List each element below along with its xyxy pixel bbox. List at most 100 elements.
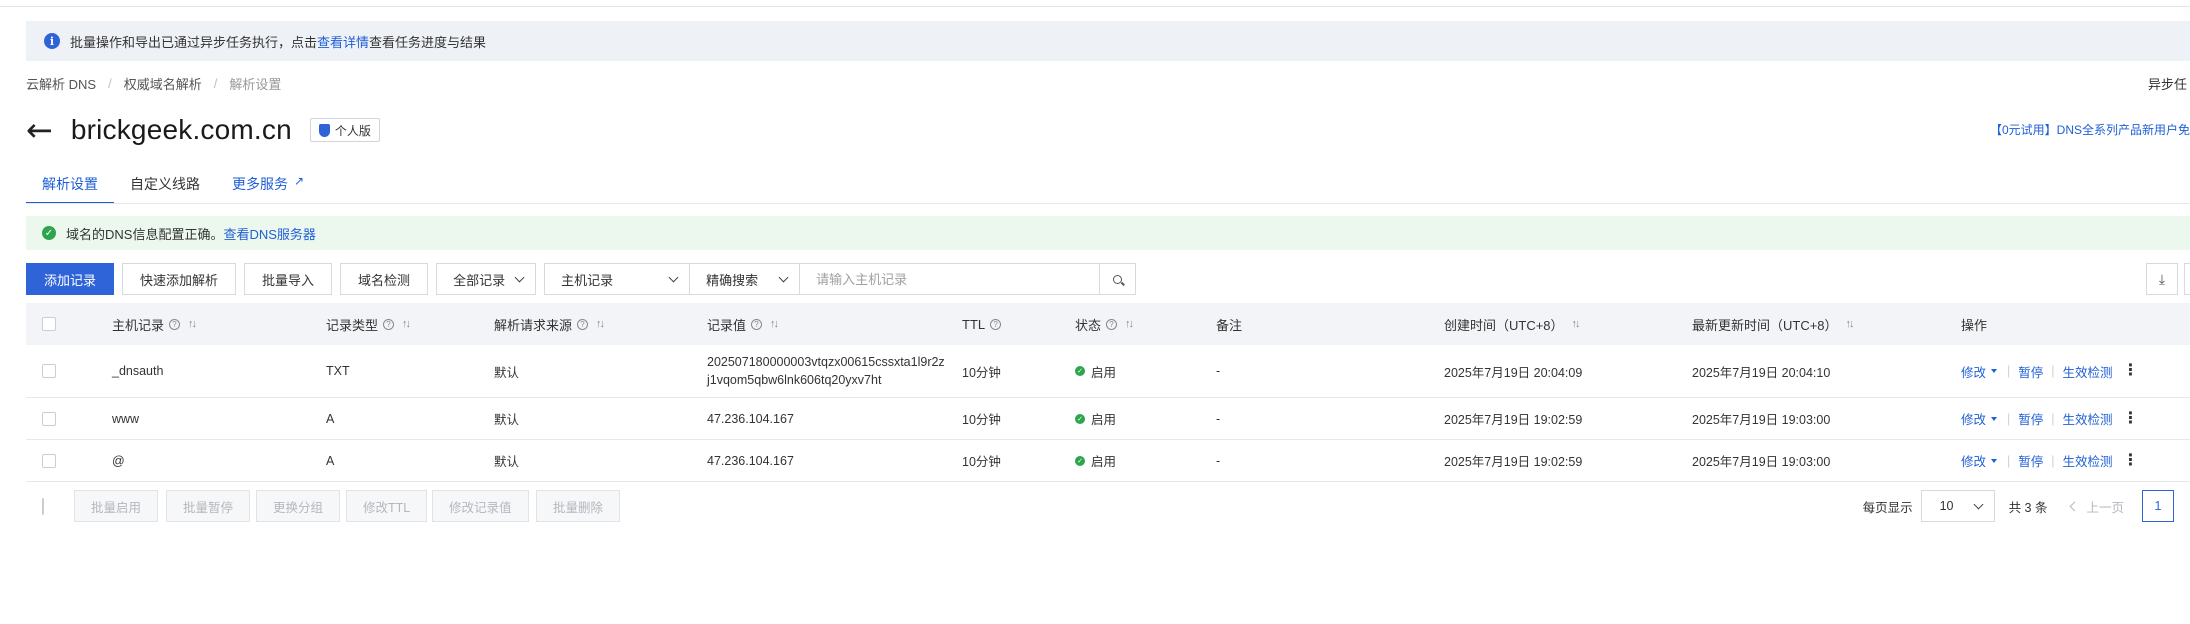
col-source[interactable]: 解析请求来源 ? ↑↓	[494, 303, 605, 345]
modify-ttl-button[interactable]: 修改TTL	[346, 490, 428, 522]
cell-source: 默认	[494, 413, 520, 427]
col-created[interactable]: 创建时间（UTC+8） ↑↓	[1444, 303, 1581, 345]
cell-type: A	[326, 453, 335, 468]
cell-ttl: 10分钟	[962, 365, 1001, 380]
help-icon[interactable]: ?	[990, 318, 1002, 330]
tab-more-services[interactable]: 更多服务 ↗	[216, 168, 320, 204]
more-icon[interactable]: ⋮	[2123, 363, 2139, 379]
cell-actions: 修改 | 暂停 | 生效检测 ⋮	[1961, 440, 2139, 481]
tab-more-label: 更多服务	[232, 176, 288, 192]
tab-custom-lines[interactable]: 自定义线路	[114, 168, 216, 204]
settings-button-edge[interactable]	[2184, 263, 2190, 295]
cell-updated: 2025年7月19日 20:04:10	[1692, 365, 1831, 380]
col-type[interactable]: 记录类型 ? ↑↓	[326, 303, 411, 345]
sort-icon[interactable]: ↑↓	[1846, 318, 1855, 330]
info-icon: i	[44, 33, 60, 49]
add-record-button[interactable]: 添加记录	[26, 263, 115, 295]
prev-page-button[interactable]: 上一页	[2070, 497, 2124, 516]
more-icon[interactable]: ⋮	[2123, 452, 2139, 469]
search-button[interactable]	[1100, 263, 1137, 295]
pagination: 每页显示 10 共 3 条 上一页 1	[1863, 490, 2190, 522]
cell-actions: 修改 | 暂停 | 生效检测 ⋮	[1961, 398, 2139, 439]
bulk-pause-button[interactable]: 批量暂停	[166, 490, 251, 522]
footer-select-all-checkbox[interactable]	[42, 498, 44, 515]
page-size-select[interactable]: 10	[1920, 490, 1995, 522]
pause-link[interactable]: 暂停	[2018, 409, 2043, 428]
help-icon[interactable]: ?	[751, 318, 763, 330]
verify-link[interactable]: 生效检测	[2063, 409, 2113, 428]
modify-value-button[interactable]: 修改记录值	[432, 490, 529, 522]
select-all-checkbox[interactable]	[42, 303, 56, 345]
bulk-import-button[interactable]: 批量导入	[244, 263, 333, 295]
col-created-label: 创建时间（UTC+8）	[1444, 317, 1564, 333]
modify-link[interactable]: 修改	[1961, 362, 1986, 381]
breadcrumb-current: 解析设置	[229, 77, 282, 92]
modify-link[interactable]: 修改	[1961, 409, 1986, 428]
status-label: 启用	[1091, 365, 1117, 380]
action-separator: |	[2051, 453, 2055, 468]
col-status[interactable]: 状态 ? ↑↓	[1075, 303, 1134, 345]
cell-status: ✓ 启用	[1075, 398, 1116, 439]
help-icon[interactable]: ?	[169, 318, 181, 330]
back-arrow-icon[interactable]: ←	[26, 114, 53, 146]
pause-link[interactable]: 暂停	[2018, 451, 2043, 470]
sort-icon[interactable]: ↑↓	[1572, 318, 1581, 330]
bulk-delete-button[interactable]: 批量删除	[536, 490, 621, 522]
breadcrumb-authoritative[interactable]: 权威域名解析	[124, 74, 202, 93]
search-mode-select[interactable]: 精确搜索	[690, 263, 801, 295]
search-input[interactable]	[800, 263, 1101, 295]
breadcrumb-dns[interactable]: 云解析 DNS	[26, 74, 96, 93]
table-row: www A 默认 47.236.104.167 10分钟 ✓ 启用 - 2025…	[26, 398, 2190, 440]
col-host[interactable]: 主机记录 ? ↑↓	[112, 303, 197, 345]
row-checkbox[interactable]	[42, 345, 56, 397]
tab-resolution-settings[interactable]: 解析设置	[26, 168, 114, 204]
search-field-value: 主机记录	[561, 272, 614, 288]
download-button[interactable]: ⤓	[2146, 263, 2178, 295]
caret-down-icon[interactable]	[1991, 369, 1998, 373]
search-field-select[interactable]: 主机记录	[544, 263, 691, 295]
row-checkbox[interactable]	[42, 398, 56, 439]
domain-check-button[interactable]: 域名检测	[340, 263, 429, 295]
cell-remark: -	[1216, 411, 1221, 426]
dns-config-success: ✓ 域名的DNS信息配置正确。 查看DNS服务器	[26, 216, 2190, 250]
page-1-button[interactable]: 1	[2142, 490, 2174, 522]
verify-link[interactable]: 生效检测	[2063, 451, 2113, 470]
async-task-link[interactable]: 异步任	[2148, 74, 2190, 93]
sort-icon[interactable]: ↑↓	[596, 318, 605, 330]
bulk-enable-button[interactable]: 批量启用	[74, 490, 159, 522]
records-table: 主机记录 ? ↑↓ 记录类型 ? ↑↓ 解析请求来源 ? ↑↓ 记录值 ? ↑↓…	[26, 303, 2190, 482]
chevron-down-icon	[668, 272, 679, 282]
cell-value: 202507180000003vtqzx00615cssxta1l9r2z j1…	[707, 345, 945, 397]
sort-icon[interactable]: ↑↓	[770, 318, 779, 330]
help-icon[interactable]: ?	[577, 318, 589, 330]
cell-value: 47.236.104.167	[707, 453, 794, 468]
cell-value: 47.236.104.167	[707, 411, 794, 426]
modify-link[interactable]: 修改	[1961, 451, 1986, 470]
help-icon[interactable]: ?	[383, 318, 395, 330]
record-filter-value: 全部记录	[453, 272, 506, 288]
row-checkbox[interactable]	[42, 440, 56, 481]
help-icon[interactable]: ?	[1106, 318, 1118, 330]
record-filter-select[interactable]: 全部记录	[436, 263, 537, 295]
verify-link[interactable]: 生效检测	[2063, 362, 2113, 381]
view-dns-servers-link[interactable]: 查看DNS服务器	[223, 224, 315, 243]
sort-icon[interactable]: ↑↓	[188, 318, 197, 330]
promo-link[interactable]: 【0元试用】DNS全系列产品新用户免	[1990, 121, 2190, 138]
col-updated[interactable]: 最新更新时间（UTC+8） ↑↓	[1692, 303, 1855, 345]
col-value[interactable]: 记录值 ? ↑↓	[707, 303, 779, 345]
col-ttl-label: TTL	[962, 316, 986, 332]
notice-text: 批量操作和导出已通过异步任务执行，点击	[70, 34, 318, 50]
caret-down-icon[interactable]	[1991, 458, 1998, 463]
more-icon[interactable]: ⋮	[2123, 410, 2139, 427]
chevron-left-icon	[2070, 501, 2080, 511]
quick-add-button[interactable]: 快速添加解析	[122, 263, 237, 295]
tabs-divider	[26, 203, 2190, 204]
change-group-button[interactable]: 更换分组	[256, 490, 341, 522]
checkbox-box	[42, 364, 56, 378]
checkbox-box	[42, 453, 56, 468]
sort-icon[interactable]: ↑↓	[1125, 318, 1134, 330]
pause-link[interactable]: 暂停	[2018, 362, 2043, 381]
caret-down-icon[interactable]	[1991, 416, 1998, 421]
sort-icon[interactable]: ↑↓	[402, 318, 411, 330]
notice-detail-link[interactable]: 查看详情	[317, 32, 369, 51]
